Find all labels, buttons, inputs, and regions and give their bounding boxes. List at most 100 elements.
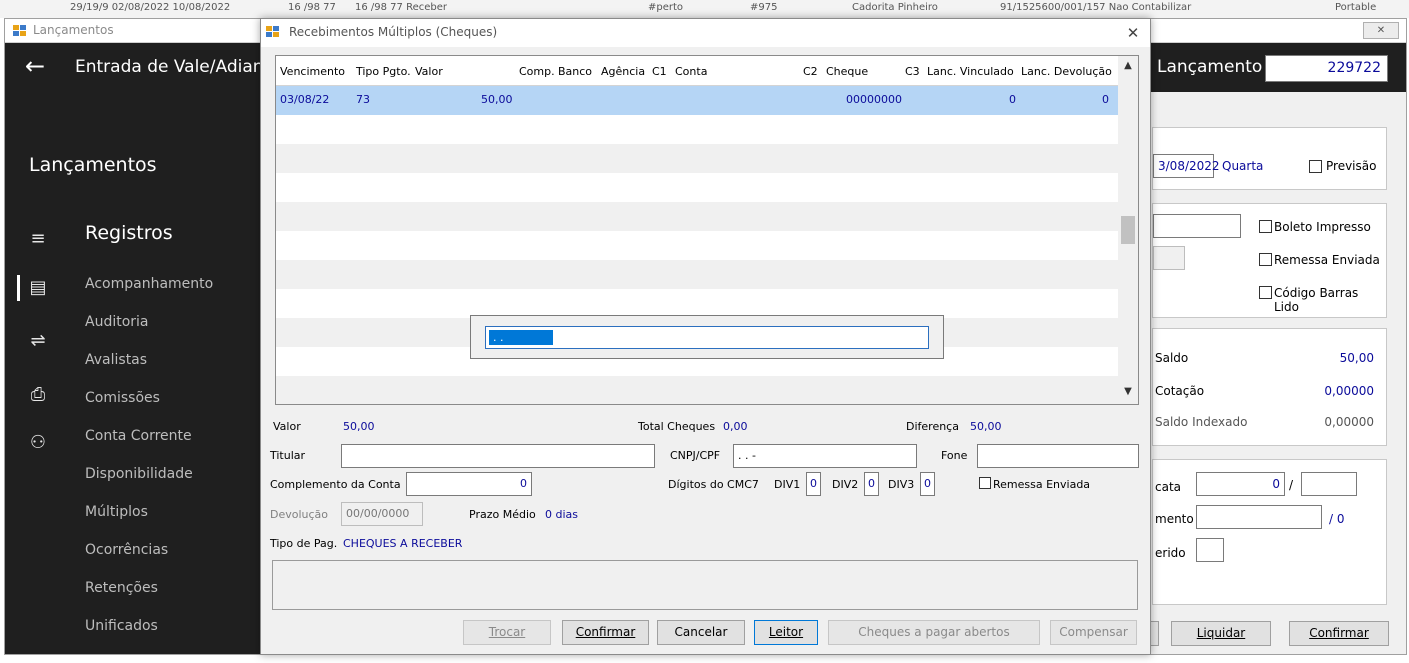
cotacao-label: Cotação bbox=[1155, 384, 1205, 398]
cata-field-2[interactable] bbox=[1301, 472, 1357, 496]
col-c2[interactable]: C2 bbox=[803, 65, 818, 78]
liquidar-button[interactable]: Liquidar bbox=[1171, 621, 1271, 646]
sidebar-item-conta-corrente[interactable]: Conta Corrente bbox=[85, 428, 192, 444]
print-icon[interactable]: ⎙ bbox=[25, 382, 51, 408]
lancamento-number-field[interactable]: 229722 bbox=[1265, 55, 1388, 82]
table-row[interactable] bbox=[276, 231, 1118, 260]
sidebar: Lançamentos ≡ Registros ▤ ⇌ ⎙ ⚇ Acompanh… bbox=[5, 92, 261, 654]
confirmar-button[interactable]: Confirmar bbox=[562, 620, 649, 645]
col-lanc-vinculado[interactable]: Lanc. Vinculado bbox=[927, 65, 1014, 78]
table-row[interactable] bbox=[276, 202, 1118, 231]
col-lanc-devolucao[interactable]: Lanc. Devolução bbox=[1021, 65, 1112, 78]
bg-text: 16 /98 77 Receber bbox=[355, 2, 447, 13]
complemento-label: Complemento da Conta bbox=[270, 478, 401, 491]
network-icon[interactable]: ⚇ bbox=[25, 430, 51, 456]
cata-label: cata bbox=[1155, 480, 1182, 494]
sidebar-item-avalistas[interactable]: Avalistas bbox=[85, 352, 147, 368]
col-tipo-pgto[interactable]: Tipo Pgto. bbox=[356, 65, 411, 78]
cancelar-button[interactable]: Cancelar bbox=[657, 620, 745, 645]
div3-field[interactable]: 0 bbox=[920, 472, 935, 496]
mento-field[interactable] bbox=[1196, 505, 1322, 529]
complemento-field[interactable]: 0 bbox=[406, 472, 532, 496]
tipo-pag-value: CHEQUES A RECEBER bbox=[343, 537, 463, 550]
sidebar-section-registros[interactable]: Registros bbox=[85, 222, 173, 244]
titular-label: Titular bbox=[270, 449, 306, 462]
col-banco[interactable]: Banco bbox=[558, 65, 592, 78]
table-row[interactable] bbox=[276, 376, 1118, 404]
app-icon bbox=[13, 25, 27, 37]
col-c3[interactable]: C3 bbox=[905, 65, 920, 78]
sidebar-item-comissoes[interactable]: Comissões bbox=[85, 390, 160, 406]
div2-field[interactable]: 0 bbox=[864, 472, 879, 496]
total-cheques-value: 0,00 bbox=[723, 420, 748, 433]
close-icon[interactable]: ✕ bbox=[1363, 22, 1399, 39]
devolucao-field: 00/00/0000 bbox=[341, 502, 423, 526]
col-valor[interactable]: Valor bbox=[415, 65, 443, 78]
cheques-abertos-button[interactable]: Cheques a pagar abertos bbox=[828, 620, 1040, 645]
table-row[interactable] bbox=[276, 260, 1118, 289]
parent-confirmar-button[interactable]: Confirmar bbox=[1289, 621, 1389, 646]
cata-field[interactable]: 0 bbox=[1196, 472, 1285, 496]
bg-text: Portable bbox=[1335, 2, 1377, 13]
col-cheque[interactable]: Cheque bbox=[826, 65, 868, 78]
cmc7-reader-popup: . . bbox=[470, 315, 944, 359]
codigo-checkbox[interactable] bbox=[1259, 286, 1272, 299]
remessa-enviada-checkbox[interactable] bbox=[979, 477, 991, 489]
sidebar-item-disponibilidade[interactable]: Disponibilidade bbox=[85, 466, 193, 482]
table-row[interactable] bbox=[276, 115, 1118, 144]
scroll-down-icon[interactable]: ▼ bbox=[1118, 386, 1138, 402]
leitor-label: Leitor bbox=[768, 625, 804, 639]
scroll-up-icon[interactable]: ▲ bbox=[1118, 60, 1138, 76]
observacoes-box[interactable] bbox=[272, 560, 1138, 610]
col-conta[interactable]: Conta bbox=[675, 65, 707, 78]
bg-text: #perto bbox=[648, 2, 684, 13]
table-row[interactable] bbox=[276, 289, 1118, 318]
trocar-button[interactable]: Trocar bbox=[463, 620, 551, 645]
diferenca-value: 50,00 bbox=[970, 420, 1002, 433]
cmc7-input[interactable]: . . bbox=[485, 326, 929, 349]
col-vencimento[interactable]: Vencimento bbox=[280, 65, 345, 78]
date-field[interactable]: 3/08/2022 bbox=[1153, 154, 1220, 178]
sidebar-item-unificados[interactable]: Unificados bbox=[85, 618, 158, 634]
back-arrow-icon[interactable]: ← bbox=[25, 53, 45, 79]
sidebar-item-ocorrencias[interactable]: Ocorrências bbox=[85, 542, 168, 558]
erido-label: erido bbox=[1155, 546, 1186, 560]
leitor-button[interactable]: Leitor bbox=[754, 620, 818, 645]
close-icon[interactable]: ✕ bbox=[1119, 22, 1147, 44]
div1-label: DIV1 bbox=[774, 478, 801, 491]
background-list-strip: 29/19/9 02/08/2022 10/08/2022 16 /98 77 … bbox=[0, 0, 1409, 18]
table-row[interactable]: 03/08/22 73 50,00 00000000 0 0 bbox=[276, 86, 1118, 115]
remessa-checkbox[interactable] bbox=[1259, 253, 1272, 266]
diferenca-label: Diferença bbox=[906, 420, 959, 433]
bg-text: Cadorita Pinheiro bbox=[852, 2, 938, 13]
previsao-checkbox[interactable] bbox=[1309, 160, 1322, 173]
div1-field[interactable]: 0 bbox=[806, 472, 821, 496]
col-agencia[interactable]: Agência bbox=[601, 65, 645, 78]
parent-field-a[interactable] bbox=[1153, 214, 1241, 238]
cnpj-field[interactable]: . . - bbox=[733, 444, 917, 468]
vertical-scrollbar[interactable]: ▲ ▼ bbox=[1118, 56, 1138, 404]
sidebar-item-multiplos[interactable]: Múltiplos bbox=[85, 504, 148, 520]
titular-field[interactable] bbox=[341, 444, 655, 468]
boleto-checkbox[interactable] bbox=[1259, 220, 1272, 233]
active-indicator bbox=[17, 275, 20, 301]
compensar-button[interactable]: Compensar bbox=[1050, 620, 1137, 645]
document-icon[interactable]: ▤ bbox=[25, 275, 51, 301]
devolucao-label: Devolução bbox=[270, 508, 329, 521]
col-c1[interactable]: C1 bbox=[652, 65, 667, 78]
fone-field[interactable] bbox=[977, 444, 1139, 468]
sidebar-item-auditoria[interactable]: Auditoria bbox=[85, 314, 149, 330]
parent-title: Lançamentos bbox=[33, 23, 114, 37]
menu-icon[interactable]: ≡ bbox=[25, 226, 51, 252]
col-comp[interactable]: Comp. bbox=[519, 65, 555, 78]
table-row[interactable] bbox=[276, 144, 1118, 173]
scroll-thumb[interactable] bbox=[1121, 216, 1135, 244]
transfer-icon[interactable]: ⇌ bbox=[25, 328, 51, 354]
total-cheques-label: Total Cheques bbox=[638, 420, 716, 433]
erido-field[interactable] bbox=[1196, 538, 1224, 562]
sidebar-item-retencoes[interactable]: Retenções bbox=[85, 580, 158, 596]
mento-value: / 0 bbox=[1329, 512, 1345, 526]
dialog-titlebar: Recebimentos Múltiplos (Cheques) ✕ bbox=[261, 19, 1150, 47]
table-row[interactable] bbox=[276, 173, 1118, 202]
sidebar-item-acompanhamento[interactable]: Acompanhamento bbox=[85, 276, 213, 292]
